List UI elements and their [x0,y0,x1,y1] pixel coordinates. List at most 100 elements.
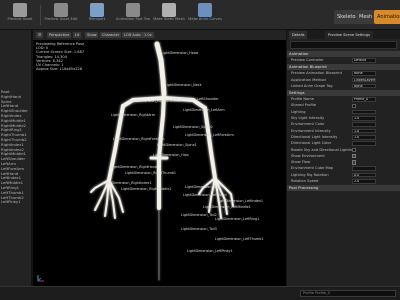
bone-label: LightDimension_LeftArm [183,108,225,112]
bone-label: LightDimension_Head [161,51,198,55]
property-value-field[interactable]: 1.0 [352,116,376,121]
show-button[interactable]: Show [85,32,99,38]
property-label: Environment Cube Map [291,166,334,171]
property-label: Application Method [291,77,326,82]
bone-label: LightDimension_RightIndex1 [103,181,152,185]
playback-speed-button[interactable]: 1.0x [142,32,154,38]
bone-label: LightDimension_LeftHand [183,193,227,197]
bone-label: LightDimension_LeftForeArm [185,133,235,137]
property-value-field[interactable] [352,122,376,127]
bone-label: LightDimension_RightThumb1 [125,171,176,175]
skeleton-tree-item[interactable]: LeftPinky1 [0,200,32,205]
property-value-field[interactable]: Profile_0 [352,97,376,102]
bone-label: LightDimension_RightForeArm [113,137,165,141]
bone-label: LightDimension_Neck [165,83,202,87]
property-value-field[interactable]: 0.0 [352,172,376,178]
property-value-field[interactable] [352,141,376,146]
property-value-field[interactable]: None [352,71,376,76]
viewport-menu-button[interactable]: ☰ [36,32,44,38]
bone-label: LightDimension_LeftRing1 [215,217,259,221]
property-value-field[interactable]: Default [352,58,376,63]
bone-label: LightDimension_LeftMiddle1 [203,205,251,209]
property-label: Directional Light Color [291,141,332,146]
property-label: Show Environment [291,153,325,158]
tab-mesh[interactable]: Mesh [356,10,376,24]
main-toolbar: Preview Asset Preview Asset Edit Reimpor… [0,0,400,30]
edit-icon [54,3,68,17]
make-static-mesh-button[interactable]: Make Static Mesh [152,2,186,28]
property-label: Profile Name [291,97,314,102]
details-search-input[interactable] [290,41,397,49]
property-value-field[interactable]: 1.0 [352,128,376,134]
preview-icon [13,3,27,17]
property-label: Lighting [291,109,306,114]
section-header[interactable]: Post Processing [287,185,400,192]
property-value-field[interactable]: 2.0 [352,179,376,184]
skeleton-tree-panel: Root RightHand Spine LeftHand RightShoulder R… [0,30,32,286]
property-checkbox[interactable] [352,147,357,152]
preview-asset-button[interactable]: Preview Asset [3,2,37,28]
property-checkbox[interactable] [352,160,357,165]
reimport-button[interactable]: Reimport [80,2,114,28]
property-label: Show Floor [291,160,311,165]
bone-label: LightDimension_LeftIndex1 [217,199,263,203]
static-mesh-icon [162,3,176,17]
property-label: Lighting Rig Rotation [291,172,329,177]
skeleton-tree-list: Root RightHand Spine LeftHand RightShoulder R… [0,90,32,205]
property-label: Preview Animation Blueprint [291,71,342,76]
property-checkbox[interactable] [352,154,357,159]
viewport-canvas[interactable]: Previewing Reference Pose LOD: 0 Current S… [33,40,286,286]
property-label: Rotation Speed [291,179,319,184]
property-value-field[interactable]: 1.0 [352,134,376,140]
property-label: Rotate Sky and Directional Lighting [291,147,355,152]
bone-label: LightDimension_Tail3 [181,227,217,231]
details-panel: Details Preview Scene Settings Animation… [287,30,400,286]
tab-preview-scene-settings[interactable]: Preview Scene Settings [325,31,373,39]
tab-details[interactable]: Details [289,31,308,39]
property-label: Preview Controller [291,58,324,62]
property-checkbox[interactable] [352,103,357,108]
property-label: Environment Color [291,122,325,127]
perspective-button[interactable]: Perspective [47,32,72,38]
tab-animation[interactable]: Animation [374,10,400,24]
property-label: Linked Anim Graph Tag [291,83,333,88]
curve-icon [198,3,212,17]
viewport-toolbar: ☰ Perspective Lit Show Character LOD Aut… [33,30,286,40]
property-value-field[interactable]: None [352,83,376,89]
property-label: Sky Light Intensity [291,116,325,121]
make-anim-curves-button[interactable]: Make Anim Curves [188,2,222,28]
bone-label: LightDimension_Hips [153,153,189,157]
details-sections: Animation Preview Controller Default Animat… [287,51,400,192]
property-label: Environment Intensity [291,128,331,133]
anim-fast-track-button[interactable]: Animation Fast Track [116,2,150,28]
property-label: Directional Light Intensity [291,134,338,139]
property-label: Shared Profile [291,103,316,108]
axis-gizmo-icon [37,275,44,282]
bone-label: LightDimension_RightHand [111,165,157,169]
skeleton-mesh: LightDimension_Head LightDimension_Neck Li… [90,41,264,281]
lod-button[interactable]: LOD Auto [122,32,143,38]
toolbar-divider [40,5,41,25]
bone-label: LightDimension_RightMiddle1 [121,187,171,191]
property-value-field[interactable] [352,109,376,115]
property-row: Preview Controller Default [287,57,400,63]
track-icon [126,3,140,17]
bone-label: LightDimension_RightShoulder [129,99,182,103]
bone-label: LightDimension_Spine2 [173,125,213,129]
reimport-icon [90,3,104,17]
property-row: Linked Anim Graph Tag None [287,83,400,89]
bone-label: LightDimension_LeftThumb1 [215,237,264,241]
details-tabs: Details Preview Scene Settings [287,30,400,39]
property-row: Rotation Speed 2.0 [287,178,400,184]
profile-field[interactable]: Profile Profile_0 [300,290,396,297]
status-bar: Profile Profile_0 [0,286,400,300]
viewport-panel: ☰ Perspective Lit Show Character LOD Aut… [33,30,286,286]
property-value-field[interactable] [352,166,376,172]
lit-button[interactable]: Lit [73,32,82,38]
property-value-field[interactable]: LinkedLayers [352,77,376,83]
character-button[interactable]: Character [100,32,122,38]
bone-label: LightDimension_Spine1 [157,143,197,147]
bone-label: LightDimension_RightArm [111,113,156,117]
bone-label: LightDimension_Tail2 [181,213,217,217]
preview-edit-button[interactable]: Preview Asset Edit [44,2,78,28]
